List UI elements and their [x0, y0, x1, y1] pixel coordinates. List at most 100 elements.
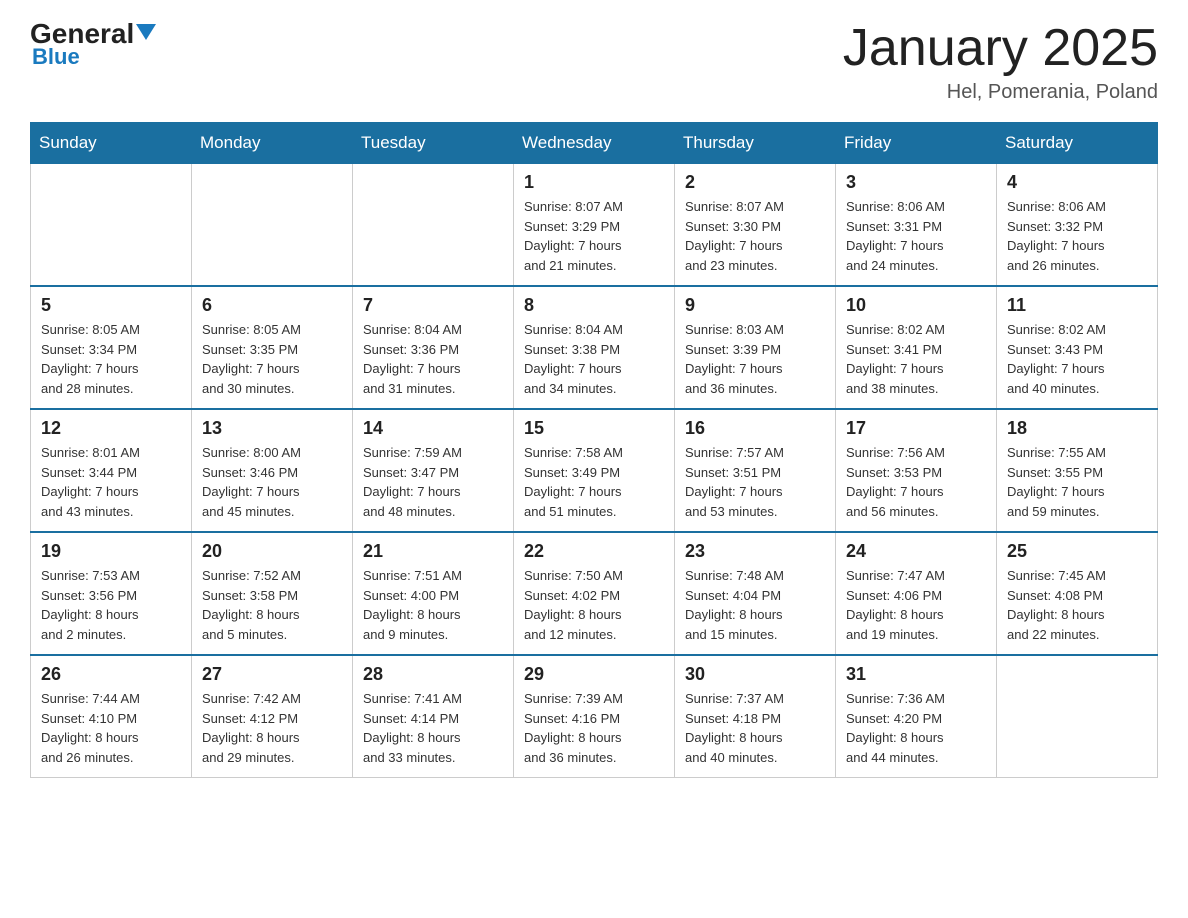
- day-number: 24: [846, 541, 986, 562]
- day-number: 4: [1007, 172, 1147, 193]
- day-number: 19: [41, 541, 181, 562]
- calendar-header-saturday: Saturday: [997, 123, 1158, 164]
- calendar-cell: 31 Sunrise: 7:36 AM Sunset: 4:20 PM Dayli…: [836, 655, 997, 778]
- day-number: 11: [1007, 295, 1147, 316]
- calendar-cell: 3Sunrise: 8:06 AM Sunset: 3:31 PM Daylig…: [836, 164, 997, 287]
- day-number: 13: [202, 418, 342, 439]
- day-number: 12: [41, 418, 181, 439]
- day-info: Sunrise: 7:47 AM Sunset: 4:06 PM Dayligh…: [846, 566, 986, 644]
- day-info: Sunrise: 7:41 AM Sunset: 4:14 PM Dayligh…: [363, 689, 503, 767]
- calendar-cell: 29Sunrise: 7:39 AM Sunset: 4:16 PM Dayli…: [514, 655, 675, 778]
- title-block: January 2025 Hel, Pomerania, Poland: [843, 20, 1158, 104]
- calendar-week-row-4: 19Sunrise: 7:53 AM Sunset: 3:56 PM Dayli…: [31, 532, 1158, 655]
- day-info: Sunrise: 7:45 AM Sunset: 4:08 PM Dayligh…: [1007, 566, 1147, 644]
- day-info: Sunrise: 7:36 AM Sunset: 4:20 PM Dayligh…: [846, 689, 986, 767]
- day-number: 30: [685, 664, 825, 685]
- calendar-cell: 13 Sunrise: 8:00 AM Sunset: 3:46 PM Dayli…: [192, 409, 353, 532]
- calendar-cell: 10 Sunrise: 8:02 AM Sunset: 3:41 PM Dayli…: [836, 286, 997, 409]
- day-number: 14: [363, 418, 503, 439]
- day-info: Sunrise: 8:05 AM Sunset: 3:34 PM Dayligh…: [41, 320, 181, 398]
- calendar-header-wednesday: Wednesday: [514, 123, 675, 164]
- day-info: Sunrise: 7:55 AM Sunset: 3:55 PM Dayligh…: [1007, 443, 1147, 521]
- day-number: 26: [41, 664, 181, 685]
- calendar-cell: [353, 164, 514, 287]
- day-info: Sunrise: 7:58 AM Sunset: 3:49 PM Dayligh…: [524, 443, 664, 521]
- day-number: 5: [41, 295, 181, 316]
- day-info: Sunrise: 8:02 AM Sunset: 3:41 PM Dayligh…: [846, 320, 986, 398]
- calendar-header-monday: Monday: [192, 123, 353, 164]
- calendar-cell: 8 Sunrise: 8:04 AM Sunset: 3:38 PM Daylig…: [514, 286, 675, 409]
- calendar-week-row-1: 1 Sunrise: 8:07 AM Sunset: 3:29 PM Daylig…: [31, 164, 1158, 287]
- month-title: January 2025: [843, 20, 1158, 77]
- day-number: 20: [202, 541, 342, 562]
- day-number: 8: [524, 295, 664, 316]
- day-info: Sunrise: 8:07 AM Sunset: 3:29 PM Dayligh…: [524, 197, 664, 275]
- day-info: Sunrise: 7:59 AM Sunset: 3:47 PM Dayligh…: [363, 443, 503, 521]
- calendar-cell: 7Sunrise: 8:04 AM Sunset: 3:36 PM Daylig…: [353, 286, 514, 409]
- location: Hel, Pomerania, Poland: [843, 81, 1158, 104]
- day-number: 9: [685, 295, 825, 316]
- day-info: Sunrise: 8:00 AM Sunset: 3:46 PM Dayligh…: [202, 443, 342, 521]
- day-info: Sunrise: 7:57 AM Sunset: 3:51 PM Dayligh…: [685, 443, 825, 521]
- day-number: 31: [846, 664, 986, 685]
- calendar-header-row: SundayMondayTuesdayWednesdayThursdayFrid…: [31, 123, 1158, 164]
- day-info: Sunrise: 8:02 AM Sunset: 3:43 PM Dayligh…: [1007, 320, 1147, 398]
- day-number: 27: [202, 664, 342, 685]
- day-number: 25: [1007, 541, 1147, 562]
- day-info: Sunrise: 7:56 AM Sunset: 3:53 PM Dayligh…: [846, 443, 986, 521]
- calendar-cell: 25 Sunrise: 7:45 AM Sunset: 4:08 PM Dayli…: [997, 532, 1158, 655]
- calendar-cell: 14 Sunrise: 7:59 AM Sunset: 3:47 PM Dayli…: [353, 409, 514, 532]
- day-number: 2: [685, 172, 825, 193]
- calendar-cell: [997, 655, 1158, 778]
- logo-triangle-icon: [136, 24, 156, 40]
- day-number: 1: [524, 172, 664, 193]
- calendar-week-row-5: 26 Sunrise: 7:44 AM Sunset: 4:10 PM Dayli…: [31, 655, 1158, 778]
- day-number: 22: [524, 541, 664, 562]
- calendar-week-row-2: 5 Sunrise: 8:05 AM Sunset: 3:34 PM Daylig…: [31, 286, 1158, 409]
- calendar-cell: 1 Sunrise: 8:07 AM Sunset: 3:29 PM Daylig…: [514, 164, 675, 287]
- calendar-table: SundayMondayTuesdayWednesdayThursdayFrid…: [30, 122, 1158, 778]
- day-number: 6: [202, 295, 342, 316]
- page-header: General Blue January 2025 Hel, Pomerania…: [30, 20, 1158, 104]
- day-info: Sunrise: 8:04 AM Sunset: 3:38 PM Dayligh…: [524, 320, 664, 398]
- calendar-cell: 21Sunrise: 7:51 AM Sunset: 4:00 PM Dayli…: [353, 532, 514, 655]
- day-info: Sunrise: 7:51 AM Sunset: 4:00 PM Dayligh…: [363, 566, 503, 644]
- calendar-cell: 22Sunrise: 7:50 AM Sunset: 4:02 PM Dayli…: [514, 532, 675, 655]
- day-info: Sunrise: 8:01 AM Sunset: 3:44 PM Dayligh…: [41, 443, 181, 521]
- calendar-cell: 17 Sunrise: 7:56 AM Sunset: 3:53 PM Dayli…: [836, 409, 997, 532]
- day-info: Sunrise: 7:48 AM Sunset: 4:04 PM Dayligh…: [685, 566, 825, 644]
- calendar-cell: 5 Sunrise: 8:05 AM Sunset: 3:34 PM Daylig…: [31, 286, 192, 409]
- calendar-cell: 15Sunrise: 7:58 AM Sunset: 3:49 PM Dayli…: [514, 409, 675, 532]
- calendar-cell: 28Sunrise: 7:41 AM Sunset: 4:14 PM Dayli…: [353, 655, 514, 778]
- calendar-cell: 4Sunrise: 8:06 AM Sunset: 3:32 PM Daylig…: [997, 164, 1158, 287]
- day-info: Sunrise: 7:44 AM Sunset: 4:10 PM Dayligh…: [41, 689, 181, 767]
- logo: General Blue: [30, 20, 156, 70]
- calendar-header-sunday: Sunday: [31, 123, 192, 164]
- calendar-week-row-3: 12 Sunrise: 8:01 AM Sunset: 3:44 PM Dayli…: [31, 409, 1158, 532]
- day-info: Sunrise: 7:37 AM Sunset: 4:18 PM Dayligh…: [685, 689, 825, 767]
- calendar-cell: 9 Sunrise: 8:03 AM Sunset: 3:39 PM Daylig…: [675, 286, 836, 409]
- day-info: Sunrise: 7:42 AM Sunset: 4:12 PM Dayligh…: [202, 689, 342, 767]
- day-number: 17: [846, 418, 986, 439]
- calendar-header-friday: Friday: [836, 123, 997, 164]
- day-number: 10: [846, 295, 986, 316]
- day-info: Sunrise: 8:03 AM Sunset: 3:39 PM Dayligh…: [685, 320, 825, 398]
- day-number: 7: [363, 295, 503, 316]
- calendar-cell: 16Sunrise: 7:57 AM Sunset: 3:51 PM Dayli…: [675, 409, 836, 532]
- day-info: Sunrise: 8:05 AM Sunset: 3:35 PM Dayligh…: [202, 320, 342, 398]
- day-number: 29: [524, 664, 664, 685]
- day-number: 3: [846, 172, 986, 193]
- day-info: Sunrise: 8:07 AM Sunset: 3:30 PM Dayligh…: [685, 197, 825, 275]
- calendar-cell: [192, 164, 353, 287]
- day-number: 18: [1007, 418, 1147, 439]
- day-info: Sunrise: 7:52 AM Sunset: 3:58 PM Dayligh…: [202, 566, 342, 644]
- calendar-cell: 19Sunrise: 7:53 AM Sunset: 3:56 PM Dayli…: [31, 532, 192, 655]
- calendar-cell: 11 Sunrise: 8:02 AM Sunset: 3:43 PM Dayli…: [997, 286, 1158, 409]
- calendar-cell: 23Sunrise: 7:48 AM Sunset: 4:04 PM Dayli…: [675, 532, 836, 655]
- calendar-header-tuesday: Tuesday: [353, 123, 514, 164]
- calendar-cell: 2 Sunrise: 8:07 AM Sunset: 3:30 PM Daylig…: [675, 164, 836, 287]
- calendar-cell: 26 Sunrise: 7:44 AM Sunset: 4:10 PM Dayli…: [31, 655, 192, 778]
- calendar-cell: 24 Sunrise: 7:47 AM Sunset: 4:06 PM Dayli…: [836, 532, 997, 655]
- calendar-cell: 20 Sunrise: 7:52 AM Sunset: 3:58 PM Dayli…: [192, 532, 353, 655]
- calendar-cell: 18 Sunrise: 7:55 AM Sunset: 3:55 PM Dayli…: [997, 409, 1158, 532]
